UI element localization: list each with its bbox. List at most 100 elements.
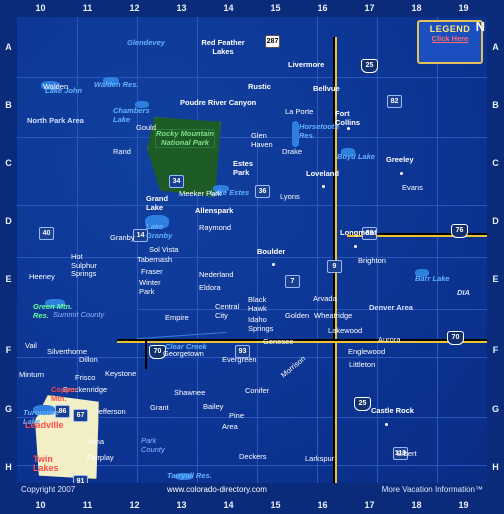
place-label-englewood: Englewood bbox=[348, 347, 386, 356]
place-label-rustic: Rustic bbox=[248, 82, 271, 91]
city-dot bbox=[385, 423, 388, 426]
road-line bbox=[17, 205, 487, 206]
place-label-fort-collins: Fort Collins bbox=[335, 109, 361, 127]
place-label-tabernash: Tabernash bbox=[137, 255, 173, 264]
place-label-larkspur: Larkspur bbox=[305, 454, 335, 463]
place-label-idaho-springs: Idaho Springs bbox=[248, 315, 274, 333]
grid-col-bottom-4: 14 bbox=[223, 500, 234, 510]
corner-bottom-left bbox=[0, 497, 17, 514]
city-dot bbox=[347, 127, 350, 130]
grid-row-left-7: H bbox=[5, 462, 12, 472]
more-info-link[interactable]: More Vacation Information™ bbox=[382, 485, 483, 494]
place-label-black-hawk: Black Hawk bbox=[248, 295, 267, 313]
grid-row-right-7: H bbox=[492, 462, 499, 472]
road-line bbox=[437, 17, 438, 483]
place-label-alma: Alma bbox=[87, 437, 105, 446]
city-dot bbox=[400, 172, 403, 175]
grid-col-top-3: 13 bbox=[176, 3, 187, 13]
legend-button[interactable]: LEGEND Click Here bbox=[417, 20, 483, 64]
grid-row-left-1: B bbox=[5, 100, 12, 110]
map-frame-left bbox=[0, 0, 17, 514]
shield-i70-east: 70 bbox=[447, 331, 464, 345]
place-label-rand: Rand bbox=[113, 147, 131, 156]
city-dot bbox=[322, 185, 325, 188]
place-label-dillon: Dillon bbox=[79, 355, 98, 364]
place-label-granby: Granby bbox=[110, 233, 135, 242]
grid-row-left-5: F bbox=[5, 345, 12, 355]
route-marker-14: 82 bbox=[387, 95, 402, 108]
place-label-frisco: Frisco bbox=[75, 373, 96, 382]
shield-i25: 25 bbox=[361, 59, 378, 73]
map-frame-right bbox=[487, 0, 504, 514]
website-link[interactable]: www.colorado-directory.com bbox=[167, 485, 267, 494]
road-line bbox=[137, 309, 487, 310]
grid-row-right-2: C bbox=[492, 158, 499, 168]
place-label-castle-rock: Castle Rock bbox=[371, 406, 414, 415]
place-label-shawnee: Shawnee bbox=[174, 388, 206, 397]
grid-col-top-1: 11 bbox=[82, 3, 93, 13]
place-label-meeker-park: Meeker Park bbox=[179, 189, 222, 198]
legend-click-here[interactable]: Click Here bbox=[419, 34, 481, 43]
place-label-longmont: Longmont bbox=[340, 228, 377, 237]
grid-row-right-4: E bbox=[492, 274, 499, 284]
copyright-text: Copyright 2007 bbox=[21, 485, 76, 494]
park-label-glendevey: Glendevey bbox=[127, 38, 165, 47]
footer-bar: Copyright 2007 www.colorado-directory.co… bbox=[17, 483, 487, 497]
place-label-bailey: Bailey bbox=[203, 402, 224, 411]
legend-title: LEGEND bbox=[429, 24, 471, 34]
place-label-sol-vista: Sol Vista bbox=[149, 245, 179, 254]
place-label-evergreen: Evergreen bbox=[222, 355, 257, 364]
place-label-evans: Evans bbox=[402, 183, 423, 192]
place-label-wheatridge: Wheatridge bbox=[314, 311, 353, 320]
grid-col-bottom-7: 17 bbox=[364, 500, 375, 510]
grid-col-top-4: 14 bbox=[223, 3, 234, 13]
grid-col-top-7: 17 bbox=[364, 3, 375, 13]
place-label-jefferson: Jefferson bbox=[95, 407, 126, 416]
place-label-poudre-river-canyon: Poudre River Canyon bbox=[180, 98, 257, 107]
grid-row-right-1: B bbox=[492, 100, 499, 110]
place-label-golden: Golden bbox=[285, 311, 310, 320]
place-label-livermore: Livermore bbox=[288, 60, 325, 69]
grid-col-bottom-6: 16 bbox=[317, 500, 328, 510]
grid-row-right-6: G bbox=[491, 404, 499, 414]
grid-col-bottom-2: 12 bbox=[129, 500, 140, 510]
place-label-twin-lakes: Twin Lakes bbox=[33, 454, 59, 473]
place-label-walden: Walden bbox=[43, 82, 69, 91]
place-label-denver-area: Denver Area bbox=[369, 303, 413, 312]
place-label-grant: Grant bbox=[150, 403, 169, 412]
map-canvas[interactable]: LEGEND Click Here N 25 25 70 70 76 34 36… bbox=[17, 17, 487, 483]
water-label-horsetooth-res: Horsetooth Res. bbox=[299, 122, 339, 140]
grid-row-left-4: E bbox=[5, 274, 12, 284]
place-label-empire: Empire bbox=[165, 313, 189, 322]
grid-col-top-6: 16 bbox=[317, 3, 328, 13]
place-label-pine: Pine bbox=[229, 411, 245, 420]
grid-col-bottom-5: 15 bbox=[270, 500, 281, 510]
road-line bbox=[17, 77, 487, 78]
place-label-north-park-area: North Park Area bbox=[27, 116, 84, 125]
place-label-arvada: Arvada bbox=[313, 294, 337, 303]
water-label-tarryall-res: Tarryall Res. bbox=[167, 471, 212, 480]
place-label-drake: Drake bbox=[282, 147, 303, 156]
place-label-lakewood: Lakewood bbox=[328, 326, 363, 335]
place-label-vail: Vail bbox=[25, 341, 37, 350]
water-label-chambers-lake: Chambers Lake bbox=[113, 106, 150, 124]
corner-top-right bbox=[487, 0, 504, 17]
route-marker-287: 287 bbox=[265, 35, 280, 48]
place-label-summit-county: Summit County bbox=[53, 310, 105, 319]
place-label-elbert: Elbert bbox=[397, 449, 417, 458]
place-label-hot-sulphur-springs: Hot Sulphur Springs bbox=[71, 252, 97, 278]
place-label-boulder: Boulder bbox=[257, 247, 286, 256]
place-label-estes-park: Estes Park bbox=[233, 159, 254, 177]
grid-col-top-5: 15 bbox=[270, 3, 281, 13]
compass-north-icon: N bbox=[475, 19, 485, 34]
place-label-area: Area bbox=[222, 422, 238, 431]
route-marker-34: 34 bbox=[169, 175, 184, 188]
place-label-copper-mtn: Copper Mtn. bbox=[51, 385, 78, 403]
water-label-boyd-lake: Boyd Lake bbox=[337, 152, 375, 161]
route-marker-91: 67 bbox=[73, 409, 88, 422]
route-marker-93: 7 bbox=[285, 275, 300, 288]
place-label-winter-park: Winter Park bbox=[139, 278, 161, 296]
route-marker-36: 36 bbox=[255, 185, 270, 198]
place-label-gould: Gould bbox=[136, 123, 157, 132]
grid-row-right-0: A bbox=[492, 42, 499, 52]
